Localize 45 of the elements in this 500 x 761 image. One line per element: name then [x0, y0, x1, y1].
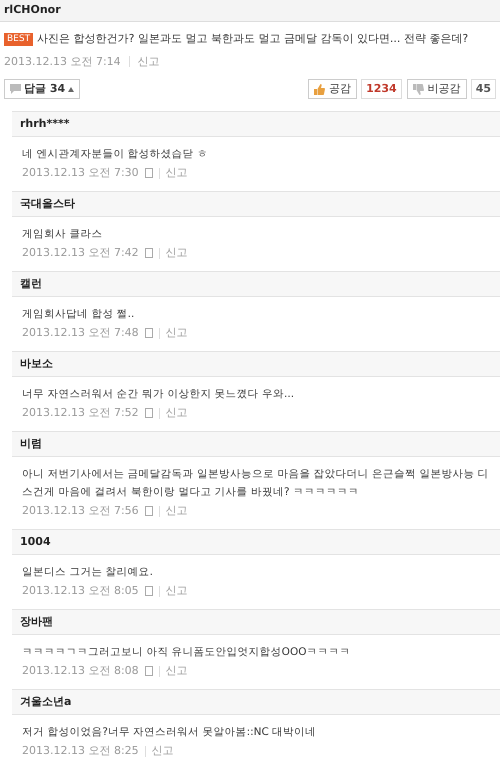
reply-author: 캘런	[20, 276, 42, 292]
thumbs-down-icon	[412, 84, 424, 94]
report-link[interactable]: 신고	[166, 245, 188, 261]
replies-button[interactable]: 답글 34	[4, 79, 80, 99]
reply-text: 일본디스 그거는 찰리예요.	[21, 565, 154, 580]
reply-author: 바보소	[20, 356, 53, 372]
report-link[interactable]: 신고	[166, 583, 188, 599]
reply-text: 아니 저번기사에서는 금메달감독과 일본방사능으로 마음을 잡았다더니 은근슬쩍 일본방사능 디스건게 마음에 걸려서 북한이랑 멀다고 기사를 바꿨네? ㅋㅋㅋㅋㅋㅋ	[21, 467, 490, 500]
reply-date: 2013.12.13 오전 8:08	[22, 663, 139, 679]
report-link[interactable]: 신고	[166, 405, 188, 421]
report-link[interactable]: 신고	[166, 325, 188, 341]
reply-author: 겨울소년a	[20, 694, 72, 710]
report-link[interactable]: 신고	[166, 503, 188, 519]
like-button[interactable]: 공감	[308, 79, 358, 99]
dislike-count: 45	[470, 79, 496, 99]
reply-text: 게임회사답네 합성 쩔..	[21, 307, 136, 322]
report-link[interactable]: 신고	[138, 54, 160, 70]
like-count: 1234	[361, 79, 402, 99]
speech-bubble-icon	[10, 84, 21, 94]
reply-author: 국대올스타	[20, 196, 75, 212]
reply-date: 2013.12.13 오전 7:48	[22, 325, 139, 341]
dislike-button[interactable]: 비공감	[406, 79, 467, 99]
reply-text: 게임회사 클라스	[21, 227, 104, 242]
reply-author: 장바팬	[20, 614, 53, 630]
reply-text: ㅋㅋㅋㅋㄱㅋ그러고보니 아직 유니폼도안입엇지합성OOOㅋㅋㅋㅋ	[21, 645, 352, 660]
reply-date: 2013.12.13 오전 7:42	[22, 245, 139, 261]
reply-date: 2013.12.13 오전 7:52	[22, 405, 139, 421]
best-badge: BEST	[4, 32, 34, 46]
reply-date: 2013.12.13 오전 8:25	[22, 743, 139, 759]
thumbs-up-icon	[314, 84, 326, 94]
reply-date: 2013.12.13 오전 7:30	[22, 165, 139, 181]
report-link[interactable]: 신고	[166, 663, 188, 679]
comment-text: 사진은 합성한건가? 일본과도 멀고 북한과도 멀고 금메달 감독이 있다면... 전략 좋은데?	[37, 31, 468, 47]
report-link[interactable]: 신고	[152, 743, 174, 759]
reply-date: 2013.12.13 오전 8:05	[22, 583, 139, 599]
reply-text: 저거 합성이었음?너무 자연스러워서 못알아봄::NC 대박이네	[21, 725, 318, 740]
reply-author: rhrh****	[20, 116, 70, 132]
reply-text: 너무 자연스러워서 순간 뭐가 이상한지 못느꼈다 우와...	[21, 387, 296, 402]
report-link[interactable]: 신고	[166, 165, 188, 181]
reply-date: 2013.12.13 오전 7:56	[22, 503, 139, 519]
author-name: rlCHOnor	[4, 2, 61, 18]
reply-author: 비렴	[20, 436, 42, 452]
reply-author: 1004	[20, 534, 51, 550]
reply-text: 네 엔시관계자분들이 합성하셨습닫 ㅎ	[21, 147, 210, 162]
comment-date: 2013.12.13 오전 7:14	[4, 54, 121, 70]
